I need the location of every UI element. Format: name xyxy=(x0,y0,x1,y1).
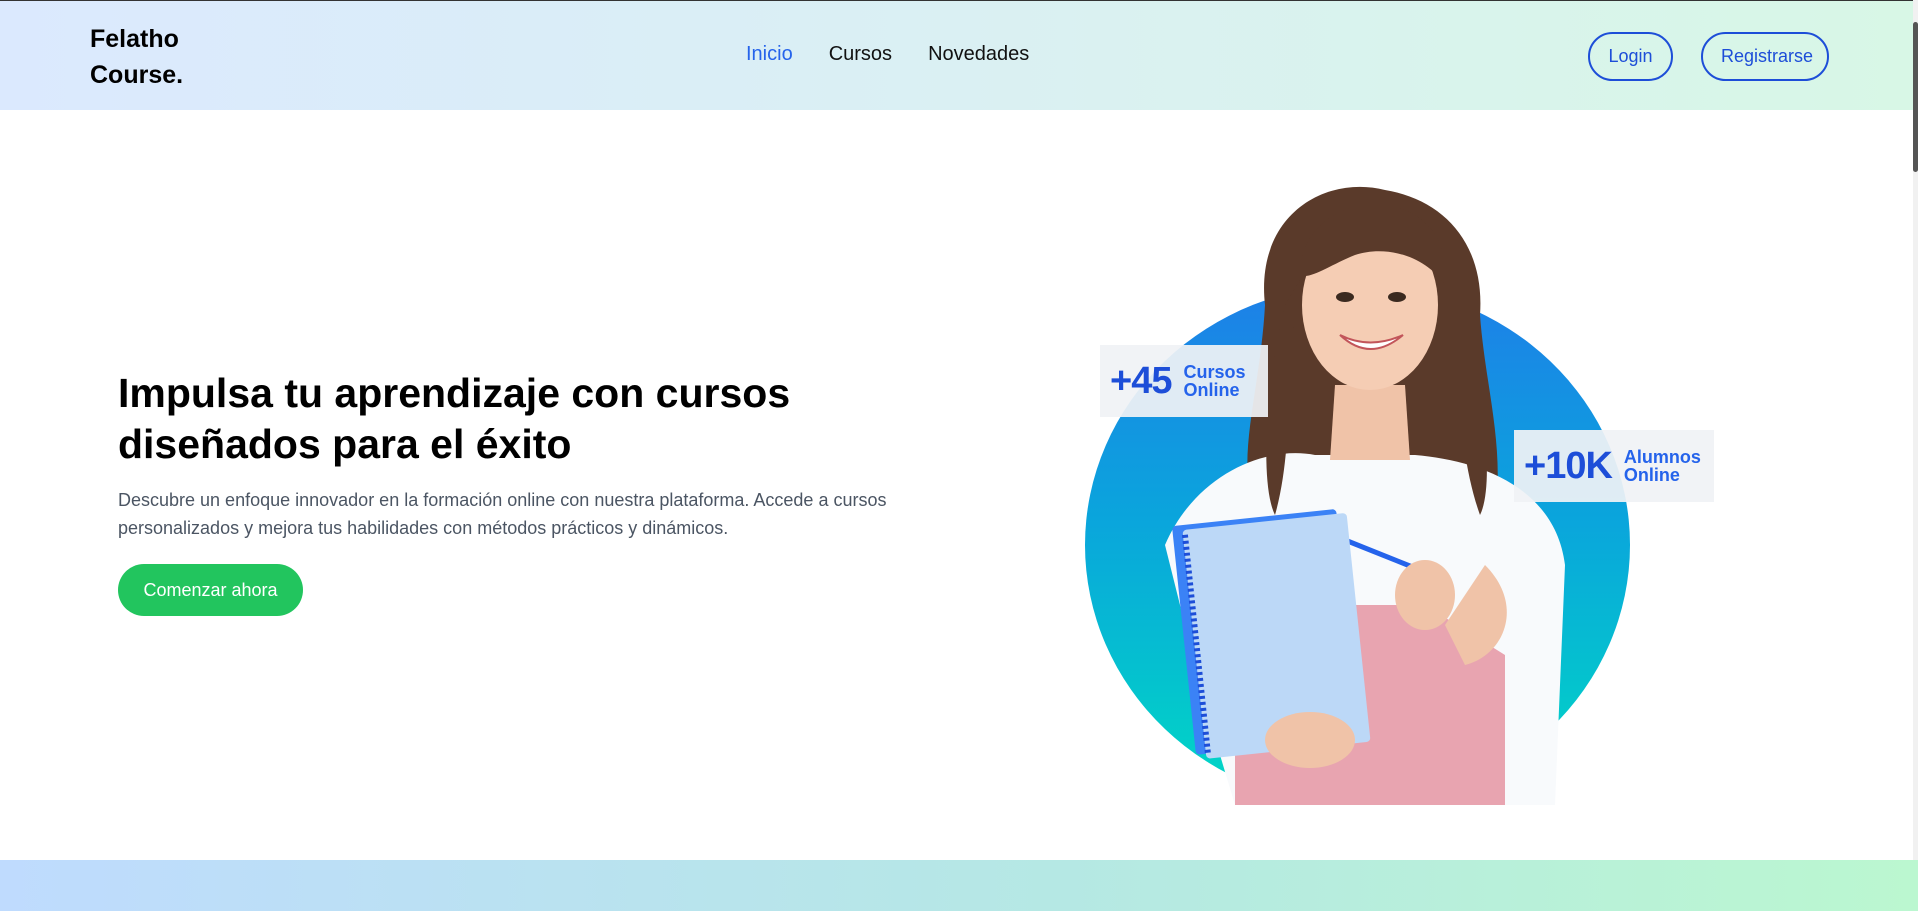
scrollbar[interactable] xyxy=(1913,0,1918,911)
main-nav: Inicio Cursos Novedades xyxy=(746,43,1029,66)
register-button[interactable]: Registrarse xyxy=(1701,32,1829,81)
nav-cursos[interactable]: Cursos xyxy=(829,43,892,66)
students-stat-number: +10K xyxy=(1524,444,1613,487)
courses-stat-label-line-2: Online xyxy=(1183,380,1240,400)
students-stat-badge: +10K Alumnos Online xyxy=(1514,430,1714,502)
logo-line-2: Course. xyxy=(90,61,184,89)
courses-stat-label: Cursos Online xyxy=(1183,363,1245,399)
hero-title: Impulsa tu aprendizaje con cursos diseña… xyxy=(118,370,791,467)
courses-stat-number: +45 xyxy=(1110,359,1172,402)
scrollbar-thumb[interactable] xyxy=(1913,22,1918,172)
nav-inicio[interactable]: Inicio xyxy=(746,43,793,66)
students-stat-label: Alumnos Online xyxy=(1624,448,1701,484)
auth-buttons: Login Registrarse xyxy=(1588,32,1829,81)
site-header: Felatho Course. Inicio Cursos Novedades … xyxy=(0,0,1918,110)
students-stat-label-line-2: Online xyxy=(1623,465,1680,485)
next-section-gradient-strip xyxy=(0,860,1918,911)
logo[interactable]: Felatho Course. xyxy=(90,21,183,93)
students-stat-label-line-1: Alumnos xyxy=(1623,447,1701,467)
start-now-button[interactable]: Comenzar ahora xyxy=(118,564,303,616)
courses-stat-badge: +45 Cursos Online xyxy=(1100,345,1268,417)
courses-stat-label-line-1: Cursos xyxy=(1183,362,1246,382)
logo-line-1: Felatho xyxy=(90,25,179,53)
login-button[interactable]: Login xyxy=(1588,32,1673,81)
hero-description: Descubre un enfoque innovador en la form… xyxy=(118,490,887,538)
nav-novedades[interactable]: Novedades xyxy=(928,43,1029,66)
